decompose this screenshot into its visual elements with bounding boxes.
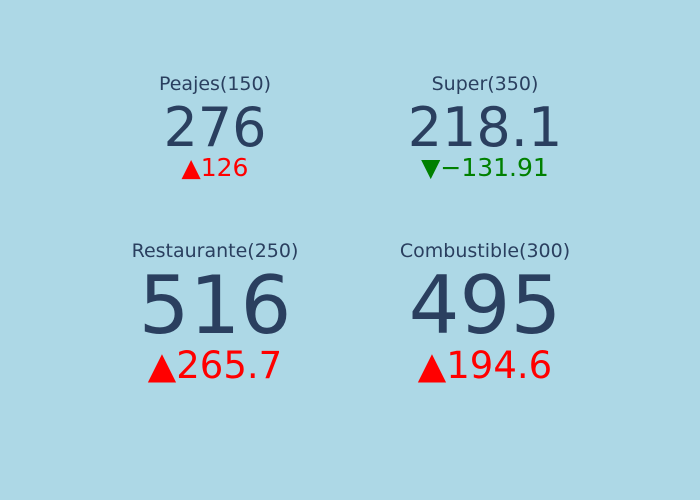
indicator-value: 276 [163,96,267,159]
indicator-delta: ▲194.6 [345,346,625,386]
indicator-value: 495 [408,259,562,352]
triangle-down-icon: ▼ [421,153,441,182]
triangle-up-icon: ▲ [147,344,177,387]
indicator-delta: ▼−131.91 [345,154,625,182]
indicator-value: 516 [138,259,292,352]
indicator-peajes: Peajes(150) 276 ▲126 [75,73,355,182]
indicator-restaurante: Restaurante(250) 516 ▲265.7 [75,240,355,386]
triangle-up-icon: ▲ [181,153,201,182]
indicator-delta: ▲265.7 [75,346,355,386]
indicator-super: Super(350) 218.1 ▼−131.91 [345,73,625,182]
indicator-title: Super(350) [431,73,539,95]
indicator-delta: ▲126 [75,154,355,182]
indicator-combustible: Combustible(300) 495 ▲194.6 [345,240,625,386]
delta-value: 126 [200,153,249,182]
delta-value: 265.7 [176,344,283,387]
indicator-title: Peajes(150) [158,73,272,95]
delta-value: 194.6 [446,344,553,387]
triangle-up-icon: ▲ [417,344,447,387]
delta-value: −131.91 [440,153,549,182]
indicator-value: 218.1 [407,96,563,159]
